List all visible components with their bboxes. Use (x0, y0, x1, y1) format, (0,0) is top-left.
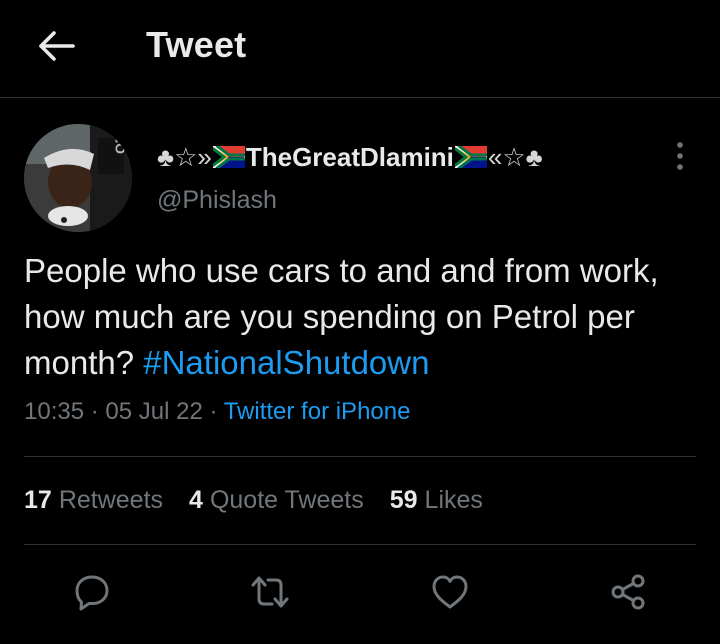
more-options-button[interactable] (662, 138, 698, 174)
retweet-icon (251, 576, 289, 608)
display-name[interactable]: ♣☆» TheGreatDlamini «☆♣ (157, 140, 543, 174)
tweet-source-link[interactable]: Twitter for iPhone (224, 398, 411, 425)
divider (24, 456, 696, 457)
like-button[interactable] (428, 570, 472, 614)
likes-count: 59 (389, 486, 418, 514)
south-africa-flag-icon (454, 146, 487, 168)
share-icon (611, 574, 645, 610)
arrow-left-icon (39, 31, 75, 61)
reply-button[interactable] (70, 570, 114, 614)
quote-tweets-count: 4 (189, 486, 203, 514)
avatar-image: OR (24, 124, 132, 232)
tweet-time: 10:35 (24, 398, 85, 425)
back-button[interactable] (34, 26, 78, 66)
retweets-stat[interactable]: 17 Retweets (24, 486, 163, 515)
tweet-meta: 10:35 · 05 Jul 22 · Twitter for iPhone (24, 398, 410, 426)
heart-icon (432, 575, 468, 609)
retweet-button[interactable] (248, 570, 292, 614)
reply-icon (75, 575, 109, 611)
page-title: Tweet (146, 24, 247, 65)
name-suffix: «☆♣ (487, 141, 543, 172)
share-button[interactable] (606, 570, 650, 614)
more-vertical-icon (677, 142, 683, 170)
author-handle[interactable]: @Phislash (157, 186, 277, 215)
retweets-label: Retweets (58, 486, 164, 514)
tweet-stats: 17 Retweets 4 Quote Tweets 59 Likes (24, 486, 509, 515)
divider (24, 544, 696, 545)
meta-separator: · (202, 398, 224, 425)
quote-tweets-stat[interactable]: 4 Quote Tweets (189, 486, 364, 515)
hashtag-link[interactable]: #NationalShutdown (143, 344, 429, 381)
avatar[interactable]: OR (24, 124, 132, 232)
name-prefix: ♣☆» (157, 141, 212, 172)
action-bar (0, 570, 720, 620)
svg-text:OR: OR (112, 133, 128, 154)
top-bar: Tweet (0, 0, 720, 98)
south-africa-flag-icon (212, 146, 245, 168)
likes-label: Likes (424, 486, 483, 514)
likes-stat[interactable]: 59 Likes (390, 486, 483, 515)
meta-separator: · (84, 398, 106, 425)
tweet-text: People who use cars to and and from work… (24, 248, 704, 386)
quote-tweets-label: Quote Tweets (209, 486, 364, 514)
retweets-count: 17 (24, 486, 52, 514)
display-name-text: TheGreatDlamini (245, 141, 454, 172)
tweet-date: 05 Jul 22 (105, 398, 203, 425)
